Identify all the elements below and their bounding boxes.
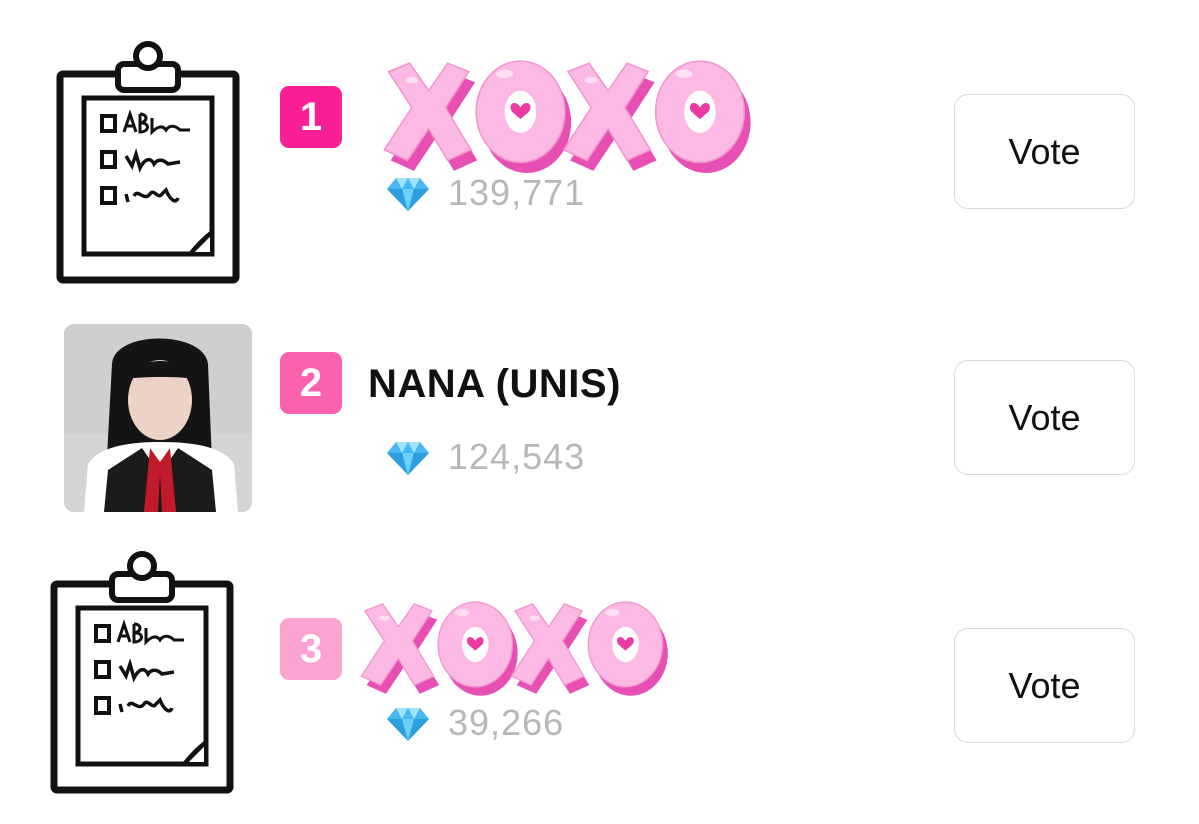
xoxo-sticker <box>378 52 758 180</box>
vote-button[interactable]: Vote <box>954 360 1135 475</box>
diamond-icon <box>386 706 430 742</box>
diamond-icon <box>386 176 430 212</box>
rank-badge: 3 <box>280 618 342 680</box>
vote-button[interactable]: Vote <box>954 94 1135 209</box>
ranking-row-2: 2 NANA (UNIS) 124,543 Vote <box>0 278 1199 548</box>
rank-badge: 1 <box>280 86 342 148</box>
ranking-row-1: 1 139,771 Vote <box>0 0 1199 270</box>
vote-button[interactable]: Vote <box>954 628 1135 743</box>
rank-badge: 2 <box>280 352 342 414</box>
artist-photo <box>64 324 252 512</box>
clipboard-icon <box>40 38 256 290</box>
clipboard-icon <box>34 548 250 800</box>
ranking-row-3: 3 39,266 Vote <box>0 540 1199 810</box>
vote-count: 39,266 <box>448 702 565 743</box>
vote-count: 124,543 <box>448 436 586 477</box>
artist-name: NANA (UNIS) <box>368 362 621 406</box>
diamond-icon <box>386 440 430 476</box>
xoxo-sticker <box>356 592 674 704</box>
